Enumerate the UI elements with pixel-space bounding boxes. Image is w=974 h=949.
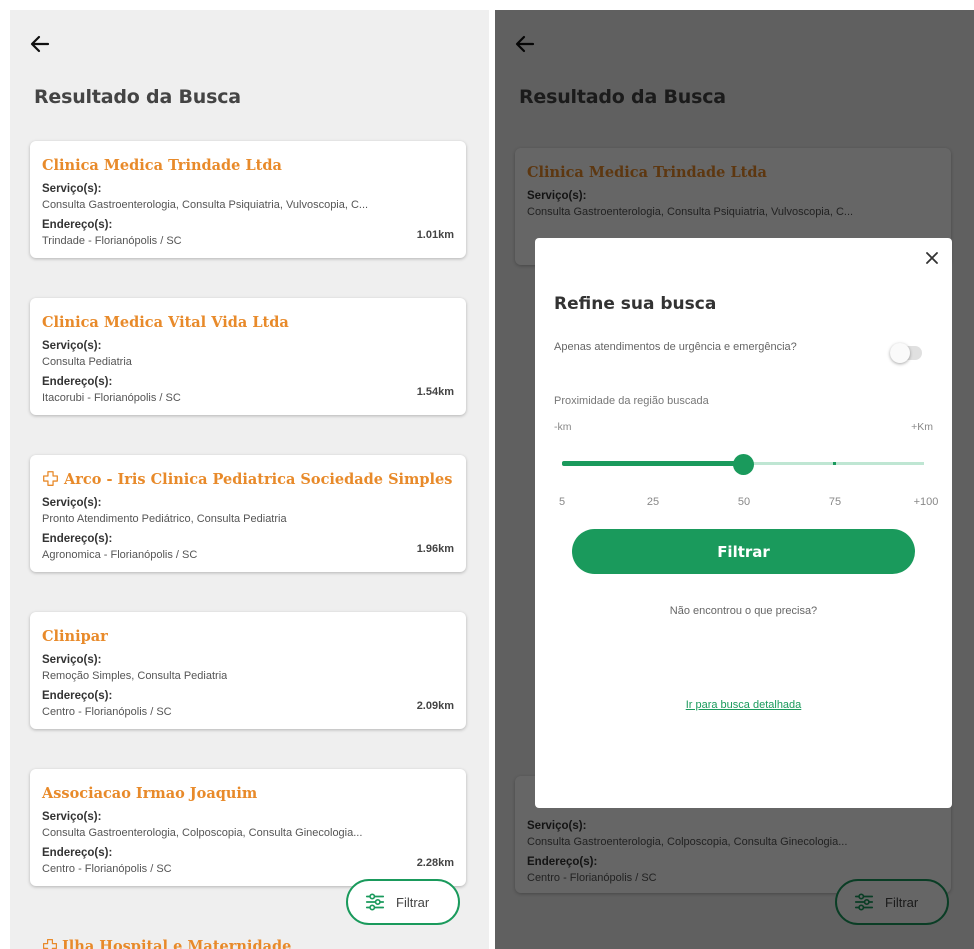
distance-slider[interactable]: [562, 454, 924, 475]
modal-title: Refine sua busca: [554, 294, 717, 314]
services-value: Consulta Pediatria: [42, 356, 132, 368]
services-value: Consulta Gastroenterologia, Consulta Psi…: [42, 199, 369, 211]
clinic-name: Arco - Iris Clinica Pediatrica Sociedade…: [64, 471, 453, 488]
result-card[interactable]: Arco - Iris Clinica Pediatrica Sociedade…: [30, 455, 466, 572]
slider-step-dot: [832, 462, 836, 465]
filter-fab-button[interactable]: Filtrar: [346, 879, 460, 925]
medical-cross-icon: [43, 939, 57, 949]
medical-cross-icon: [43, 471, 58, 486]
result-card[interactable]: Clinipar Serviço(s): Remoção Simples, Co…: [30, 612, 466, 729]
distance: 1.01km: [416, 229, 454, 241]
page-title: Resultado da Busca: [34, 86, 241, 108]
services-label: Serviço(s):: [42, 183, 102, 195]
detailed-search-link[interactable]: Ir para busca detalhada: [535, 699, 952, 711]
filter-fab-label: Filtrar: [396, 894, 430, 910]
distance: 1.96km: [416, 543, 454, 555]
services-label: Serviço(s):: [42, 811, 102, 823]
address-label: Endereço(s):: [42, 690, 113, 702]
address-label: Endereço(s):: [42, 533, 113, 545]
urgency-toggle[interactable]: [890, 343, 922, 363]
distance: 1.54km: [416, 386, 454, 398]
filter-modal-screen: Resultado da Busca Clinica Medica Trinda…: [495, 10, 974, 949]
slider-tick-label: 50: [737, 496, 751, 508]
slider-thumb[interactable]: [733, 454, 754, 475]
distance: 2.09km: [416, 700, 454, 712]
address-value: Trindade - Florianópolis / SC: [42, 235, 182, 247]
result-card[interactable]: Associacao Irmao Joaquim Serviço(s): Con…: [30, 769, 466, 886]
clinic-name: Clinipar: [42, 628, 108, 645]
filter-button[interactable]: Filtrar: [572, 529, 915, 574]
close-icon[interactable]: [924, 250, 940, 266]
address-label: Endereço(s):: [42, 219, 113, 231]
result-card[interactable]: Clinica Medica Trindade Ltda Serviço(s):…: [30, 141, 466, 258]
address-label: Endereço(s):: [42, 847, 113, 859]
address-value: Centro - Florianópolis / SC: [42, 706, 172, 718]
urgency-label: Apenas atendimentos de urgência e emergê…: [554, 341, 797, 353]
services-value: Consulta Gastroenterologia, Colposcopia,…: [42, 827, 363, 839]
services-label: Serviço(s):: [42, 340, 102, 352]
slider-tick-label: +100: [913, 496, 939, 508]
clinic-name: Clinica Medica Vital Vida Ltda: [42, 314, 289, 331]
address-label: Endereço(s):: [42, 376, 113, 388]
slider-tick-label: 25: [646, 496, 660, 508]
toggle-knob: [890, 343, 910, 363]
services-value: Pronto Atendimento Pediátrico, Consulta …: [42, 513, 287, 525]
range-min-label: -km: [554, 421, 572, 433]
services-value: Remoção Simples, Consulta Pediatria: [42, 670, 228, 682]
back-arrow-icon[interactable]: [28, 32, 52, 56]
distance: 2.28km: [416, 857, 454, 869]
clinic-name-peek[interactable]: Ilha Hospital e Maternidade: [62, 938, 291, 949]
filter-modal: Refine sua busca Apenas atendimentos de …: [535, 238, 952, 808]
slider-tick-label: 5: [558, 496, 566, 508]
clinic-name: Clinica Medica Trindade Ltda: [42, 157, 282, 174]
slider-tick-label: 75: [828, 496, 842, 508]
result-card[interactable]: Clinica Medica Vital Vida Ltda Serviço(s…: [30, 298, 466, 415]
not-found-text: Não encontrou o que precisa?: [669, 605, 818, 617]
range-max-label: +Km: [911, 421, 933, 433]
address-value: Agronomica - Florianópolis / SC: [42, 549, 198, 561]
proximity-label: Proximidade da região buscada: [554, 395, 709, 407]
address-value: Itacorubi - Florianópolis / SC: [42, 392, 181, 404]
sliders-icon: [365, 893, 385, 911]
slider-fill: [562, 461, 743, 466]
address-value: Centro - Florianópolis / SC: [42, 863, 172, 875]
clinic-name: Associacao Irmao Joaquim: [42, 785, 258, 802]
services-label: Serviço(s):: [42, 497, 102, 509]
results-screen: Resultado da Busca Clinica Medica Trinda…: [10, 10, 489, 949]
services-label: Serviço(s):: [42, 654, 102, 666]
slider-tick-labels: 5 25 50 75 +100: [554, 496, 938, 512]
